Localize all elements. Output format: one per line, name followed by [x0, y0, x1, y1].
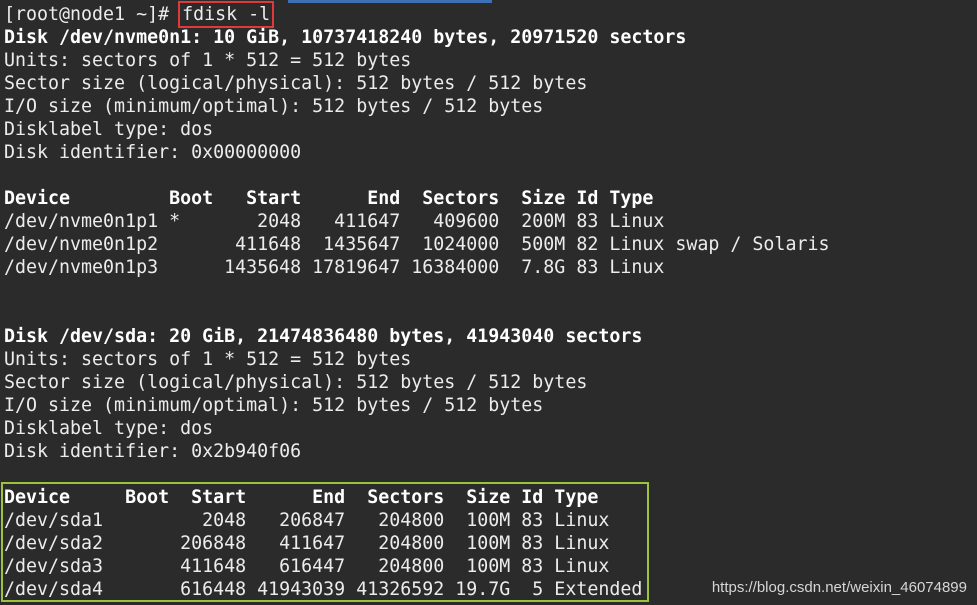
output-lines: Disk /dev/nvme0n1: 10 GiB, 10737418240 b…	[4, 26, 974, 601]
output-line: /dev/nvme0n1p2 411648 1435647 1024000 50…	[4, 234, 830, 255]
command-text: fdisk -l	[178, 1, 275, 28]
output-line: I/O size (minimum/optimal): 512 bytes / …	[4, 395, 544, 416]
prompt-line: [root@node1 ~]# fdisk -l	[4, 1, 974, 28]
shell-prompt: [root@node1 ~]#	[4, 4, 181, 25]
table-header-line: Device Boot Start End Sectors Size Id Ty…	[4, 188, 654, 209]
output-line: Disk identifier: 0x00000000	[4, 142, 302, 163]
output-line: Sector size (logical/physical): 512 byte…	[4, 372, 588, 393]
disk-summary-line: Disk /dev/sda: 20 GiB, 21474836480 bytes…	[4, 326, 643, 347]
table-header-line: Device Boot Start End Sectors Size Id Ty…	[4, 487, 599, 508]
terminal-output[interactable]: [root@node1 ~]# fdisk -l Disk /dev/nvme0…	[4, 1, 974, 601]
output-line: Disklabel type: dos	[4, 119, 214, 140]
output-line: Units: sectors of 1 * 512 = 512 bytes	[4, 349, 412, 370]
output-line: /dev/sda1 2048 206847 204800 100M 83 Lin…	[4, 510, 610, 531]
output-line: /dev/nvme0n1p3 1435648 17819647 16384000…	[4, 257, 665, 278]
output-line: Disklabel type: dos	[4, 418, 214, 439]
output-line: I/O size (minimum/optimal): 512 bytes / …	[4, 96, 544, 117]
output-line: /dev/sda2 206848 411647 204800 100M 83 L…	[4, 533, 610, 554]
watermark: https://blog.csdn.net/weixin_46074899	[711, 579, 967, 596]
output-line: /dev/sda3 411648 616447 204800 100M 83 L…	[4, 556, 610, 577]
disk-summary-line: Disk /dev/nvme0n1: 10 GiB, 10737418240 b…	[4, 27, 687, 48]
output-line: Units: sectors of 1 * 512 = 512 bytes	[4, 50, 412, 71]
output-line: Disk identifier: 0x2b940f06	[4, 441, 302, 462]
output-line: /dev/nvme0n1p1 * 2048 411647 409600 200M…	[4, 211, 665, 232]
output-line: Sector size (logical/physical): 512 byte…	[4, 73, 588, 94]
